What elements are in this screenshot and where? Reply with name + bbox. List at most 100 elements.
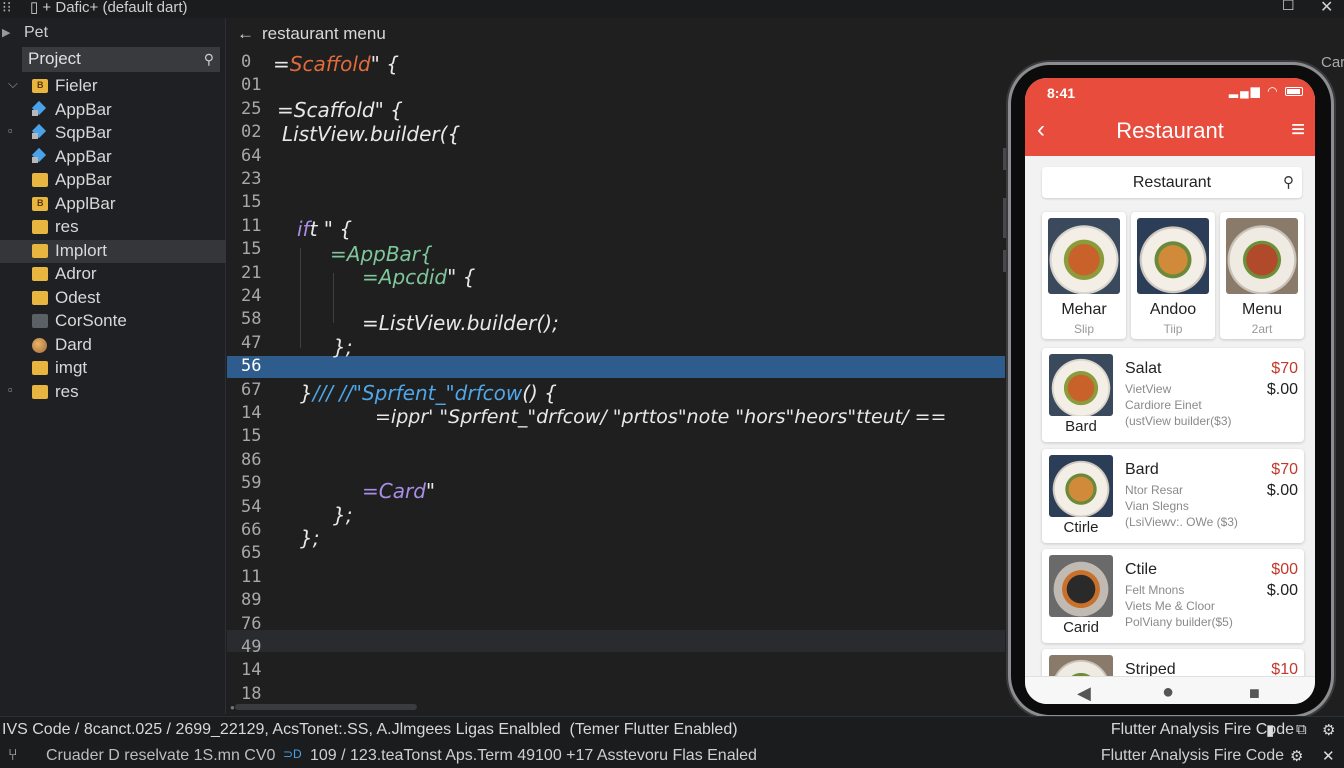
category-sub: Slip bbox=[1073, 322, 1094, 336]
tree-item-label: Implort bbox=[55, 240, 107, 260]
nav-recents-icon[interactable]: ■ bbox=[1249, 683, 1260, 704]
collapse-box-icon[interactable]: ▫ bbox=[8, 123, 13, 138]
line-number: 56 bbox=[241, 356, 262, 377]
item-description: VietView Cardiore Einet (ustView builder($… bbox=[1125, 382, 1232, 428]
category-name: Mehar bbox=[1061, 301, 1107, 318]
category-tile[interactable]: Menu 2art bbox=[1220, 212, 1304, 339]
code-line[interactable]: ift " { bbox=[297, 217, 352, 241]
menu-item-card[interactable]: Carid Ctile Felt Mnons Viets Me & Cloor Po… bbox=[1042, 549, 1304, 643]
tree-item[interactable]: ▫ SqpBar bbox=[0, 122, 226, 145]
food-image bbox=[1049, 555, 1113, 617]
code-line[interactable]: =Card" bbox=[362, 479, 435, 503]
restaurant-search[interactable]: Restaurant ⚲ bbox=[1042, 167, 1302, 198]
category-sub: 2art bbox=[1251, 322, 1273, 336]
item-title: Salat bbox=[1125, 360, 1162, 377]
notification-icon[interactable]: ▮ bbox=[1266, 721, 1274, 739]
nav-home-icon[interactable]: ● bbox=[1162, 681, 1174, 704]
collapse-box-icon[interactable]: ▫ bbox=[8, 382, 13, 397]
menu-item-card[interactable]: Bard Salat VietView Cardiore Einet (ustVie… bbox=[1042, 348, 1304, 442]
status-left: IVS Code / 8canct.025 / 2699_22129, AcsT… bbox=[2, 721, 738, 738]
sidebar-root-label[interactable]: Pet bbox=[24, 24, 48, 42]
gear-icon[interactable]: ⚙ bbox=[1290, 747, 1303, 765]
tree-item[interactable]: Adror bbox=[0, 263, 226, 286]
folder-icon bbox=[32, 220, 48, 234]
external-link-icon[interactable]: ⧉ bbox=[1296, 721, 1307, 738]
code-line[interactable]: }; bbox=[300, 526, 319, 550]
category-tile[interactable]: Mehar Slip bbox=[1042, 212, 1126, 339]
editor-tab-title: restaurant menu bbox=[262, 24, 386, 43]
chevron-down-icon[interactable]: ⌵ bbox=[8, 76, 18, 92]
close-icon[interactable]: ✕ bbox=[1320, 0, 1333, 17]
back-arrow-icon[interactable]: ← bbox=[237, 24, 254, 43]
tree-item[interactable]: Dard bbox=[0, 334, 226, 357]
tree-item[interactable]: AppBar bbox=[0, 146, 226, 169]
tree-item[interactable]: Odest bbox=[0, 287, 226, 310]
search-text: Restaurant bbox=[1132, 174, 1212, 191]
image-label: Carid bbox=[1063, 619, 1099, 636]
code-line[interactable]: =AppBar{ bbox=[330, 242, 433, 266]
horizontal-scrollbar[interactable] bbox=[235, 704, 417, 710]
menu-item-card[interactable]: Ctirle Bard Ntor Resar Vian Slegns (LsiVie… bbox=[1042, 449, 1304, 543]
search-icon[interactable]: ⚲ bbox=[1283, 167, 1294, 198]
search-icon[interactable]: ⚲ bbox=[204, 51, 214, 68]
line-number: 11 bbox=[241, 566, 262, 587]
category-tile[interactable]: Andoo Tiip bbox=[1131, 212, 1215, 339]
line-number: 25 bbox=[241, 98, 262, 119]
tree-item-label: res bbox=[55, 217, 79, 236]
tree-item[interactable]: res bbox=[0, 216, 226, 239]
close-icon[interactable]: ✕ bbox=[1322, 747, 1335, 765]
hamburger-menu-icon[interactable]: ≡ bbox=[1291, 116, 1305, 144]
nav-back-icon[interactable]: ◀ bbox=[1077, 683, 1091, 704]
tree-item-label: Odest bbox=[55, 287, 101, 307]
tree-item[interactable]: Implort bbox=[0, 239, 226, 263]
code-line[interactable]: =ListView.builder(); bbox=[362, 311, 559, 335]
line-number: 14 bbox=[241, 403, 262, 423]
code-line[interactable]: }/// //"Sprfent_"drfcow() { bbox=[300, 381, 557, 405]
globe-icon bbox=[32, 337, 47, 353]
line-number: 59 bbox=[241, 473, 262, 494]
tree-item[interactable]: ApplBar bbox=[0, 193, 226, 216]
food-image bbox=[1048, 218, 1120, 294]
tree-item[interactable]: ⌵ Fieler bbox=[0, 75, 226, 98]
dart-file-icon bbox=[32, 150, 48, 164]
status-bar: IVS Code / 8canct.025 / 2699_22129, AcsT… bbox=[0, 716, 1344, 742]
line-number: 24 bbox=[241, 286, 262, 306]
menu-dots-icon[interactable]: ⁝⁝ bbox=[2, 0, 12, 16]
item-price-secondary: $.00 bbox=[1266, 582, 1298, 599]
expand-arrow-icon[interactable]: ▶ bbox=[2, 26, 10, 39]
line-number: 58 bbox=[241, 309, 262, 330]
editor-tab[interactable]: ← restaurant menu bbox=[237, 24, 386, 44]
project-search[interactable]: Project ⚲ bbox=[22, 47, 220, 72]
code-line[interactable]: }; bbox=[333, 335, 352, 359]
item-price-secondary: $.00 bbox=[1266, 381, 1298, 398]
food-image bbox=[1049, 455, 1113, 517]
line-number: 65 bbox=[241, 543, 262, 564]
tree-item[interactable]: imgt bbox=[0, 357, 226, 380]
title-bar: ⁝⁝ ▯ + Dafic+ (default dart) ☐ ✕ bbox=[0, 0, 1344, 18]
branch-icon[interactable]: ⑂ bbox=[8, 747, 18, 765]
item-price: $70 bbox=[1271, 360, 1298, 377]
line-number: 86 bbox=[241, 449, 262, 470]
status-bar-secondary: ⑂ Cruader D reselvate 1S.mn CV0 ⊃D 109 /… bbox=[0, 742, 1344, 768]
code-line[interactable]: =Apcdid" { bbox=[362, 265, 475, 289]
tree-item[interactable]: AppBar bbox=[0, 169, 226, 192]
status-secondary-text: Cruader D reselvate 1S.mn CV0 bbox=[46, 747, 276, 764]
tree-item[interactable]: AppBar bbox=[0, 99, 226, 122]
line-number: 76 bbox=[241, 613, 262, 634]
project-sidebar: ▶ Pet Project ⚲ ⌵ Fieler AppBar ▫ SqpBar AppB… bbox=[0, 18, 226, 714]
dart-file-icon bbox=[32, 126, 48, 140]
maximize-icon[interactable]: ☐ bbox=[1282, 0, 1295, 14]
line-number: 23 bbox=[241, 169, 262, 189]
code-line[interactable]: =Scaffold" { bbox=[277, 98, 403, 122]
tree-item[interactable]: ▫ res bbox=[0, 381, 226, 404]
code-line[interactable]: =ippr' "Sprfent_"drfcow/ "prttos"note "h… bbox=[375, 406, 946, 428]
status-time: 8:41 bbox=[1047, 85, 1076, 101]
status-right-secondary[interactable]: Flutter Analysis Fire Code bbox=[1101, 747, 1284, 765]
phone-preview: 8:41 ▂▄▆ ◠ ‹ Restaurant ≡ Restaurant ⚲ M… bbox=[1008, 62, 1334, 718]
gear-icon[interactable]: ⚙ bbox=[1322, 721, 1335, 739]
tree-item[interactable]: CorSonte bbox=[0, 310, 226, 333]
code-line[interactable]: ListView.builder({ bbox=[282, 122, 460, 146]
code-line[interactable]: =Scaffold" { bbox=[273, 52, 399, 76]
tree-item-label: ApplBar bbox=[55, 193, 116, 213]
code-line[interactable]: }; bbox=[333, 503, 352, 527]
